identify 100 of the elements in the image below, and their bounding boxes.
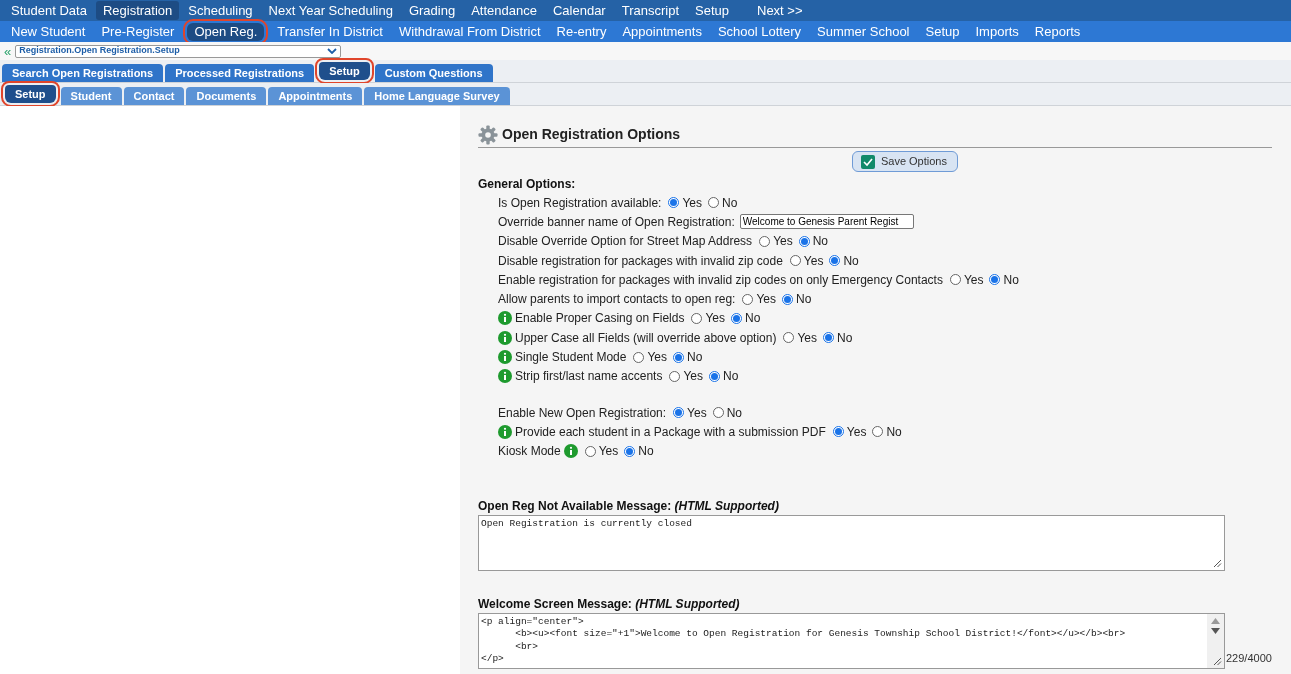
- gear-icon: [478, 124, 498, 145]
- save-button[interactable]: Save Options: [851, 151, 958, 172]
- radio-button[interactable]: [783, 332, 795, 344]
- menu-tab[interactable]: Transcript: [614, 1, 686, 20]
- radio-label: No: [886, 423, 902, 441]
- field-label: Open Reg Not Available Message: (HTML Supported): [478, 497, 780, 515]
- chevron-down-icon: [327, 48, 338, 54]
- radio-label: Yes: [647, 349, 667, 366]
- radio-button[interactable]: [708, 370, 720, 382]
- collapse-toggle[interactable]: «: [4, 44, 12, 58]
- checkmark-icon: [860, 154, 875, 169]
- radio-button[interactable]: [708, 197, 719, 209]
- menu-item[interactable]: Re-entry: [549, 22, 614, 41]
- field-label: Welcome Screen Message: (HTML Supported): [478, 595, 741, 613]
- menu-tab[interactable]: Student Data: [4, 1, 94, 20]
- radio-button[interactable]: [832, 426, 844, 438]
- radio-button[interactable]: [742, 293, 754, 305]
- text-field[interactable]: Welcome to Genesis Parent Regist: [739, 214, 914, 230]
- radio-label: No: [722, 368, 739, 386]
- option-label: Disable registration for packages with invalid zip code: [498, 252, 783, 270]
- radio-label: Yes: [598, 443, 619, 461]
- scroll-down-icon[interactable]: [1211, 627, 1220, 634]
- radio-button[interactable]: [668, 197, 680, 209]
- radio-label: No: [812, 233, 829, 251]
- menu-tab[interactable]: Next >>: [750, 1, 810, 20]
- option-label: Allow parents to import contacts to open reg:: [498, 291, 736, 309]
- tab[interactable]: Search Open Registrations: [2, 64, 164, 82]
- radio-button[interactable]: [669, 370, 681, 382]
- breadcrumb-dropdown[interactable]: Registration.Open Registration.Setup: [15, 44, 342, 58]
- radio-button[interactable]: [731, 312, 742, 324]
- menu-item[interactable]: Appointments: [615, 22, 709, 41]
- tab[interactable]: Appointments: [268, 87, 363, 105]
- menu-tab[interactable]: Setup: [688, 1, 736, 20]
- option-label: Strip first/last name accents: [515, 368, 663, 386]
- option-label: Enable Proper Casing on Fields: [515, 310, 685, 328]
- option-label: Disable Override Option for Street Map Address: [498, 233, 753, 251]
- radio-button[interactable]: [712, 407, 724, 419]
- menu-item[interactable]: Setup: [918, 22, 967, 41]
- tab[interactable]: Custom Questions: [374, 64, 493, 82]
- radio-label: No: [722, 194, 738, 212]
- menu-tab[interactable]: Calendar: [545, 1, 613, 20]
- tab[interactable]: Student: [60, 87, 122, 105]
- radio-label: Yes: [756, 291, 777, 309]
- menu-item[interactable]: School Lottery: [710, 22, 809, 41]
- radio-button[interactable]: [759, 235, 771, 247]
- option-label: Kiosk Mode: [498, 443, 561, 461]
- radio-button[interactable]: [624, 445, 636, 457]
- section-heading: General Options:: [478, 176, 577, 193]
- radio-button[interactable]: [949, 274, 961, 286]
- radio-button[interactable]: [872, 426, 884, 438]
- radio-label: No: [745, 310, 761, 328]
- menu-tab[interactable]: Next Year Scheduling: [261, 1, 400, 20]
- resize-handle-icon[interactable]: [1213, 656, 1222, 666]
- resize-handle-icon[interactable]: [1213, 558, 1222, 568]
- radio-label: No: [726, 404, 742, 422]
- radio-label: Yes: [773, 233, 793, 251]
- menu-tab[interactable]: Scheduling: [181, 1, 260, 20]
- menu-item[interactable]: Withdrawal From District: [392, 22, 548, 41]
- menu-item[interactable]: Reports: [1027, 22, 1088, 41]
- text-area[interactable]: <p align="center"> <b><u><font size="+1">Welcome to Open Registration for Genesis Township School District!</font></u></b><br> <br> </p>: [478, 612, 1225, 669]
- radio-button[interactable]: [633, 351, 645, 363]
- radio-button[interactable]: [823, 332, 835, 344]
- tab[interactable]: Documents: [186, 87, 267, 105]
- radio-label: No: [638, 443, 654, 461]
- radio-button[interactable]: [829, 255, 841, 267]
- radio-button[interactable]: [691, 312, 703, 324]
- radio-label: Yes: [705, 310, 725, 328]
- radio-button[interactable]: [673, 407, 685, 419]
- radio-button[interactable]: [989, 274, 1001, 286]
- radio-label: Yes: [682, 194, 702, 212]
- radio-label: Yes: [803, 252, 824, 270]
- radio-label: No: [687, 349, 703, 366]
- option-label: Enable registration for packages with invalid zip codes on only Emergency Contacts: [498, 271, 943, 289]
- menu-item[interactable]: Pre-Register: [94, 22, 182, 41]
- radio-label: No: [843, 252, 859, 270]
- character-counter: 229/4000: [1226, 651, 1272, 667]
- text-area[interactable]: Open Registration is currently closed: [478, 514, 1225, 571]
- radio-label: No: [796, 291, 812, 309]
- option-label: Provide each student in a Package with a submission PDF: [515, 423, 826, 441]
- radio-button[interactable]: [584, 445, 596, 457]
- tab[interactable]: Contact: [123, 87, 185, 105]
- menu-item[interactable]: Transfer In District: [270, 22, 390, 41]
- option-label: Override banner name of Open Registration:: [498, 213, 735, 231]
- tab[interactable]: Processed Registrations: [165, 64, 315, 82]
- menu-tab[interactable]: Grading: [401, 1, 463, 20]
- radio-button[interactable]: [782, 293, 794, 305]
- option-label: Enable New Open Registration:: [498, 404, 667, 422]
- radio-label: No: [837, 329, 853, 347]
- scrollbar[interactable]: [1207, 613, 1224, 668]
- menu-tab[interactable]: Registration: [95, 1, 180, 20]
- menu-tab[interactable]: Attendance: [464, 1, 544, 20]
- radio-button[interactable]: [789, 255, 801, 267]
- tab[interactable]: Home Language Survey: [364, 87, 510, 105]
- menu-item[interactable]: Summer School: [810, 22, 917, 41]
- radio-button[interactable]: [798, 235, 810, 247]
- menu-item[interactable]: New Student: [4, 22, 93, 41]
- radio-label: Yes: [683, 368, 703, 386]
- radio-button[interactable]: [673, 351, 684, 363]
- menu-item[interactable]: Imports: [968, 22, 1026, 41]
- option-label: Single Student Mode: [515, 349, 627, 366]
